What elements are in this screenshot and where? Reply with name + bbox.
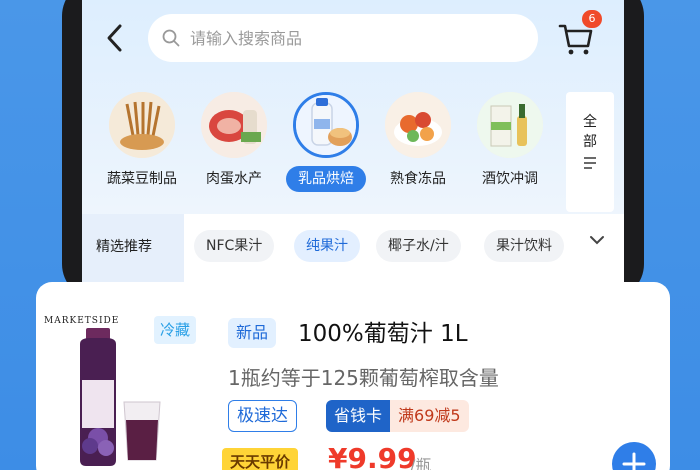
chevron-left-icon <box>107 24 122 52</box>
list-icon <box>566 156 614 176</box>
product-card[interactable]: MARKETSIDE 冷藏 新品 100%葡萄汁 1L 1瓶约等于125颗葡萄榨… <box>36 282 670 470</box>
app-screen: 6 蔬菜豆制品 <box>82 0 624 282</box>
saving-card-label: 省钱卡 <box>326 400 391 432</box>
everyday-low-price-badge: 天天平价 <box>222 448 299 470</box>
meat-icon <box>201 92 267 158</box>
product-title: 100%葡萄汁 1L <box>298 321 468 347</box>
product-price: ¥9.99 <box>328 442 417 470</box>
category-drinks[interactable]: 酒饮冲调 <box>464 92 556 192</box>
category-cooked-food[interactable]: 熟食冻品 <box>372 92 464 192</box>
all-categories-button[interactable]: 全 部 <box>566 92 614 212</box>
category-label: 蔬菜豆制品 <box>107 171 177 187</box>
new-product-tag: 新品 <box>228 318 277 348</box>
chip-nfc-juice[interactable]: NFC果汁 <box>194 230 275 262</box>
search-input[interactable] <box>190 28 510 48</box>
price-unit: /瓶 <box>410 456 432 470</box>
dairy-icon <box>293 92 359 158</box>
filter-section-title: 精选推荐 <box>82 214 184 282</box>
chip-juice-drink[interactable]: 果汁饮料 <box>484 230 564 262</box>
express-delivery-tag: 极速达 <box>228 400 297 432</box>
vegetables-icon <box>109 92 175 158</box>
category-vegetables[interactable]: 蔬菜豆制品 <box>96 92 188 192</box>
category-meat[interactable]: 肉蛋水产 <box>188 92 280 192</box>
cooked-food-icon <box>385 92 451 158</box>
product-subtitle: 1瓶约等于125颗葡萄榨取含量 <box>228 366 499 390</box>
expand-filters-button[interactable] <box>588 232 606 251</box>
add-to-cart-button[interactable] <box>612 442 656 470</box>
cold-storage-tag: 冷藏 <box>154 316 197 344</box>
chip-pure-juice[interactable]: 纯果汁 <box>294 230 360 262</box>
discount-label: 满69减5 <box>390 400 469 432</box>
drinks-icon <box>477 92 543 158</box>
cart-count-badge: 6 <box>582 10 602 28</box>
filter-chip-row: NFC果汁 纯果汁 椰子水/汁 果汁饮料 <box>184 214 624 282</box>
all-label-line1: 全 <box>583 114 597 130</box>
all-label-line2: 部 <box>583 134 597 150</box>
category-label: 肉蛋水产 <box>206 171 262 187</box>
category-label: 熟食冻品 <box>390 171 446 187</box>
plus-icon <box>622 452 646 470</box>
category-label: 乳品烘焙 <box>286 166 366 192</box>
category-row: 蔬菜豆制品 肉蛋水产 乳品烘焙 熟食冻品 酒饮冲调 <box>96 92 556 202</box>
search-icon <box>162 29 180 47</box>
chip-coconut-water[interactable]: 椰子水/汁 <box>376 230 461 262</box>
back-button[interactable] <box>100 20 130 56</box>
saving-card-tag: 省钱卡 满69减5 <box>326 400 469 432</box>
category-dairy[interactable]: 乳品烘焙 <box>280 92 372 192</box>
chevron-down-icon <box>590 236 604 245</box>
category-label: 酒饮冲调 <box>482 171 538 187</box>
search-bar[interactable] <box>148 14 538 62</box>
